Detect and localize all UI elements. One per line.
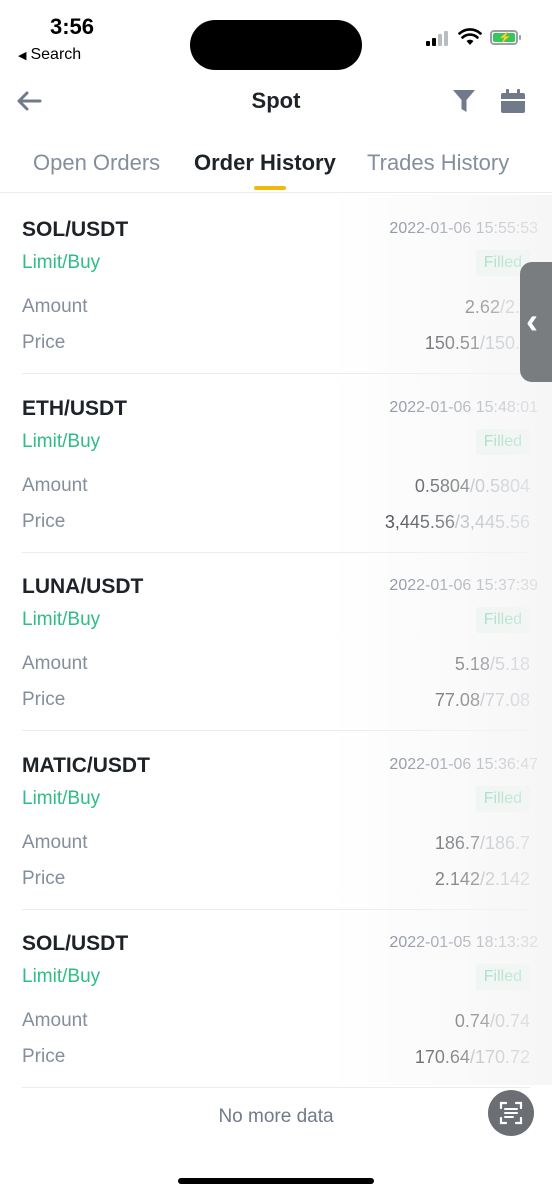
order-pair: SOL/USDT (22, 932, 129, 955)
price-order: /2.142 (479, 868, 530, 889)
amount-total: /0.74 (489, 1011, 530, 1031)
scan-icon (499, 1101, 523, 1125)
amount-total: /5.18 (489, 654, 530, 674)
price-order: /3,445.56 (454, 511, 530, 532)
price-value: 3,445.56/3,445.56 (385, 512, 530, 533)
order-pair: LUNA/USDT (22, 575, 144, 598)
order-status-badge: Filled (475, 428, 530, 455)
side-drawer-handle[interactable]: ‹ (520, 262, 552, 382)
order-date: 2022-01-06 15:48:01 (389, 398, 538, 416)
active-tab-indicator (254, 186, 286, 190)
order-card[interactable]: SOL/USDT 2022-01-05 18:13:32 Limit/Buy Fill… (22, 910, 538, 1088)
price-value: 2.142/2.142 (435, 869, 530, 890)
card-divider (22, 1087, 530, 1088)
price-average: 150.51 (424, 333, 480, 353)
order-status-badge: Filled (475, 785, 530, 812)
order-status-badge: Filled (475, 607, 530, 633)
order-pair: MATIC/USDT (22, 753, 150, 777)
order-card[interactable]: ETH/USDT 2022-01-06 15:48:01 Limit/Buy Fill… (22, 375, 538, 553)
tab-open-orders[interactable]: Open Orders (33, 150, 160, 176)
charging-bolt-icon: ⚡ (498, 32, 512, 44)
tab-order-history[interactable]: Order History (194, 150, 336, 176)
amount-value: 0.74/0.74 (455, 1011, 530, 1032)
amount-total: /0.5804 (469, 475, 530, 496)
status-time: 3:56 (50, 14, 95, 39)
scan-button[interactable] (488, 1090, 534, 1136)
price-average: 2.142 (434, 868, 480, 889)
amount-filled: 186.7 (434, 832, 480, 853)
order-card[interactable]: MATIC/USDT 2022-01-06 15:36:47 Limit/Buy Fi… (22, 732, 538, 910)
order-card[interactable]: LUNA/USDT 2022-01-06 15:37:39 Limit/Buy Fil… (22, 553, 538, 731)
amount-value: 5.18/5.18 (455, 654, 530, 675)
price-order: /170.72 (469, 1047, 530, 1067)
price-average: 170.64 (414, 1047, 470, 1067)
status-bar: 3:56 ◀ Search ⚡ (0, 0, 552, 80)
order-pair: SOL/USDT (22, 218, 129, 241)
price-label: Price (22, 510, 66, 532)
order-tabs: Open Orders Order History Trades History (0, 140, 552, 193)
order-side: Limit/Buy (22, 430, 101, 452)
tab-trades-history[interactable]: Trades History (367, 150, 509, 176)
amount-label: Amount (22, 653, 88, 674)
dynamic-island (190, 20, 362, 70)
amount-value: 0.5804/0.5804 (415, 476, 530, 497)
price-value: 77.08/77.08 (435, 690, 530, 711)
price-label: Price (22, 689, 66, 710)
side-handle-chevron-icon: ‹ (526, 300, 538, 341)
home-indicator[interactable] (178, 1178, 374, 1184)
filter-icon[interactable] (452, 88, 476, 114)
amount-filled: 5.18 (454, 654, 490, 674)
order-side: Limit/Buy (22, 609, 101, 630)
order-status-badge: Filled (475, 964, 530, 990)
amount-filled: 2.62 (464, 297, 500, 317)
amount-label: Amount (22, 296, 88, 317)
price-label: Price (22, 332, 66, 353)
price-order: /77.08 (479, 690, 530, 710)
order-date: 2022-01-06 15:55:53 (389, 220, 538, 237)
wifi-icon (458, 28, 482, 45)
price-label: Price (22, 867, 66, 889)
amount-label: Amount (22, 831, 88, 853)
amount-label: Amount (22, 1010, 88, 1031)
order-date: 2022-01-06 15:37:39 (389, 577, 538, 594)
amount-filled: 0.74 (454, 1011, 490, 1031)
order-date: 2022-01-06 15:36:47 (389, 755, 538, 773)
order-date: 2022-01-05 18:13:32 (389, 934, 538, 951)
battery-icon: ⚡ (490, 30, 521, 45)
cellular-signal-icon (426, 30, 452, 46)
amount-filled: 0.5804 (414, 475, 470, 496)
order-side: Limit/Buy (22, 252, 101, 273)
order-card[interactable]: SOL/USDT 2022-01-06 15:55:53 Limit/Buy Fill… (22, 196, 538, 374)
top-app-bar: Spot (0, 78, 552, 126)
calendar-icon[interactable] (500, 88, 526, 114)
price-label: Price (22, 1046, 66, 1067)
amount-value: 186.7/186.7 (435, 833, 530, 854)
order-side: Limit/Buy (22, 966, 101, 987)
order-pair: ETH/USDT (22, 396, 127, 420)
amount-total: /186.7 (479, 832, 530, 853)
back-triangle-icon: ◀ (18, 50, 27, 62)
price-average: 77.08 (434, 690, 480, 710)
price-value: 170.64/170.72 (415, 1047, 530, 1068)
price-value: 150.51/150.6 (425, 333, 530, 354)
amount-label: Amount (22, 474, 88, 496)
back-to-app-link[interactable]: ◀ Search (18, 46, 81, 64)
order-side: Limit/Buy (22, 787, 101, 809)
no-more-data-text: No more data (218, 1106, 334, 1127)
back-app-label: Search (30, 46, 82, 63)
price-average: 3,445.56 (384, 511, 455, 532)
